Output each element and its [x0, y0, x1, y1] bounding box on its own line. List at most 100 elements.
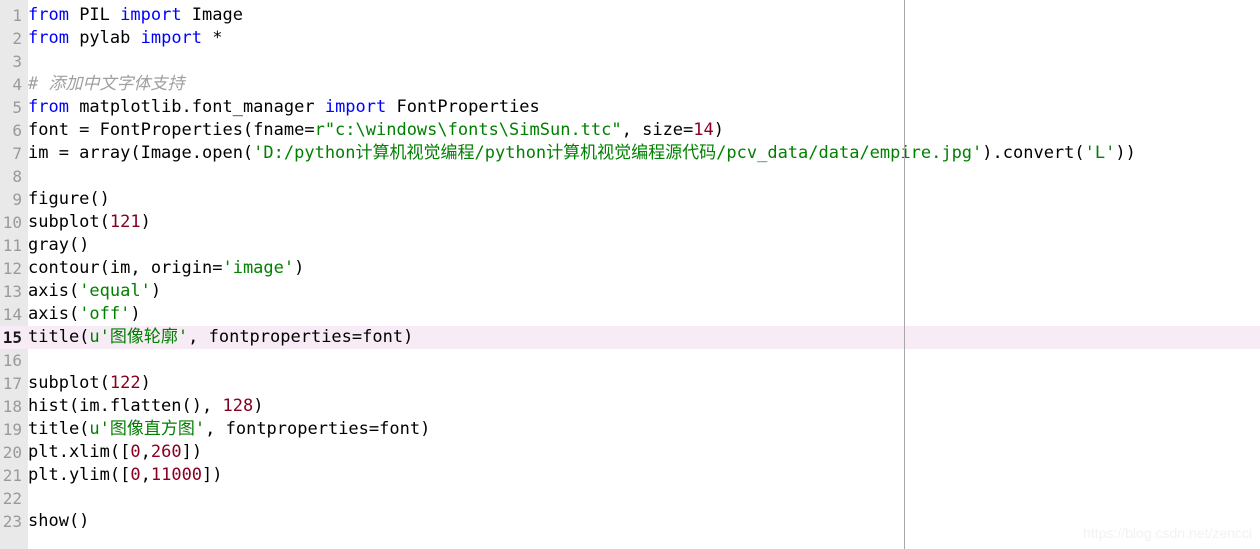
- token-pl: gray(): [28, 235, 90, 255]
- code-line[interactable]: 1 from PIL import Image: [0, 4, 1260, 27]
- line-number: 11: [2, 236, 22, 255]
- code-text[interactable]: axis('equal'): [28, 280, 161, 303]
- token-pl: axis(: [28, 281, 80, 301]
- line-number: 2: [12, 29, 22, 48]
- token-pl: , fontproperties=font): [188, 327, 414, 347]
- token-pl: ).convert(: [982, 143, 1085, 163]
- code-editor[interactable]: 1 from PIL import Image 2 from pylab import…: [0, 0, 1260, 549]
- token-str: 'equal': [79, 281, 151, 301]
- token-str: r"c:\windows\fonts\SimSun.ttc": [314, 120, 622, 140]
- token-pl: ): [713, 120, 725, 140]
- code-line[interactable]: 11 gray(): [0, 234, 1260, 257]
- code-text[interactable]: hist(im.flatten(), 128): [28, 395, 263, 418]
- code-text[interactable]: from PIL import Image: [28, 4, 243, 27]
- token-str: 'L': [1084, 143, 1116, 163]
- code-text[interactable]: from pylab import *: [28, 27, 223, 50]
- token-pl: hist(im.flatten(),: [28, 396, 223, 416]
- code-line[interactable]: 22: [0, 487, 1260, 510]
- line-number: 21: [2, 466, 22, 485]
- code-line[interactable]: 20 plt.xlim([0,260]): [0, 441, 1260, 464]
- watermark-text: https://blog.csdn.net/zencci: [1083, 525, 1252, 541]
- code-line[interactable]: 6 font = FontProperties(fname=r"c:\window…: [0, 119, 1260, 142]
- code-text[interactable]: subplot(122): [28, 372, 151, 395]
- token-num: 122: [109, 373, 141, 393]
- code-line[interactable]: 7 im = array(Image.open('D:/python计算机视觉编程…: [0, 142, 1260, 165]
- code-text[interactable]: axis('off'): [28, 303, 141, 326]
- token-pl: show(): [28, 511, 90, 531]
- line-number: 13: [2, 282, 22, 301]
- code-line[interactable]: 18 hist(im.flatten(), 128): [0, 395, 1260, 418]
- token-pl: subplot(: [28, 212, 110, 232]
- code-line[interactable]: 9 figure(): [0, 188, 1260, 211]
- code-line[interactable]: 3: [0, 50, 1260, 73]
- code-text[interactable]: contour(im, origin='image'): [28, 257, 304, 280]
- token-pl: ): [130, 304, 141, 324]
- token-num: 260: [150, 442, 182, 462]
- code-text[interactable]: figure(): [28, 188, 110, 211]
- line-number: 3: [12, 52, 22, 71]
- code-line[interactable]: 2 from pylab import *: [0, 27, 1260, 50]
- token-pl: PIL: [68, 5, 121, 25]
- token-num: 128: [222, 396, 254, 416]
- line-number: 9: [12, 190, 22, 209]
- token-kw: from: [28, 5, 69, 25]
- line-number: 22: [2, 489, 22, 508]
- code-text[interactable]: im = array(Image.open('D:/python计算机视觉编程/…: [28, 142, 1136, 165]
- token-pl: ]): [181, 442, 203, 462]
- code-content-area[interactable]: 1 from PIL import Image 2 from pylab import…: [0, 0, 1260, 533]
- token-pl: , size=: [621, 120, 694, 140]
- code-text[interactable]: from matplotlib.font_manager import Font…: [28, 96, 540, 119]
- line-number: 5: [12, 98, 22, 117]
- code-line[interactable]: 12 contour(im, origin='image'): [0, 257, 1260, 280]
- token-pl: , fontproperties=font): [205, 419, 431, 439]
- token-num: 11000: [150, 465, 203, 485]
- token-pl: ): [140, 212, 151, 232]
- code-line[interactable]: 14 axis('off'): [0, 303, 1260, 326]
- line-number: 4: [12, 75, 22, 94]
- code-text[interactable]: title(u'图像直方图', fontproperties=font): [28, 418, 430, 441]
- token-pl: ): [150, 281, 162, 301]
- token-kw: import: [120, 5, 182, 25]
- code-line-current[interactable]: 15 title(u'图像轮廓', fontproperties=font): [0, 326, 1260, 349]
- code-line[interactable]: 19 title(u'图像直方图', fontproperties=font): [0, 418, 1260, 441]
- code-text[interactable]: plt.xlim([0,260]): [28, 441, 202, 464]
- code-text[interactable]: show(): [28, 510, 89, 533]
- code-line[interactable]: 8: [0, 165, 1260, 188]
- token-pl: title(: [28, 419, 90, 439]
- token-str: 'image': [222, 258, 295, 278]
- token-str: u'图像轮廓': [89, 327, 189, 347]
- token-str: 'D:/python计算机视觉编程/python计算机视觉编程源代码/pcv_d…: [253, 143, 983, 163]
- line-number: 16: [2, 351, 22, 370]
- token-pl: figure(): [28, 189, 110, 209]
- line-number: 23: [2, 512, 22, 531]
- code-line[interactable]: 23 show(): [0, 510, 1260, 533]
- token-pl: plt.xlim([: [28, 442, 131, 462]
- line-number: 15: [2, 328, 22, 347]
- code-line[interactable]: 16: [0, 349, 1260, 372]
- line-number: 1: [12, 6, 22, 25]
- token-num: 0: [130, 442, 141, 462]
- code-text[interactable]: plt.ylim([0,11000]): [28, 464, 223, 487]
- token-pl: FontProperties: [386, 97, 540, 117]
- code-line[interactable]: 17 subplot(122): [0, 372, 1260, 395]
- code-text[interactable]: gray(): [28, 234, 89, 257]
- right-margin-ruler: [904, 0, 905, 549]
- line-number: 19: [2, 420, 22, 439]
- token-pl: ): [253, 396, 264, 416]
- code-line[interactable]: 5 from matplotlib.font_manager import Fon…: [0, 96, 1260, 119]
- code-text[interactable]: # 添加中文字体支持: [28, 73, 184, 96]
- code-line[interactable]: 13 axis('equal'): [0, 280, 1260, 303]
- code-line[interactable]: 4 # 添加中文字体支持: [0, 73, 1260, 96]
- code-line[interactable]: 21 plt.ylim([0,11000]): [0, 464, 1260, 487]
- token-str: 'off': [79, 304, 131, 324]
- code-text[interactable]: title(u'图像轮廓', fontproperties=font): [28, 326, 413, 349]
- code-text[interactable]: subplot(121): [28, 211, 151, 234]
- code-line[interactable]: 10 subplot(121): [0, 211, 1260, 234]
- code-text[interactable]: font = FontProperties(fname=r"c:\windows…: [28, 119, 724, 142]
- line-number: 14: [2, 305, 22, 324]
- token-pl: *: [202, 28, 223, 48]
- token-kw: import: [324, 97, 387, 117]
- token-pl: )): [1115, 143, 1136, 163]
- token-num: 0: [130, 465, 141, 485]
- token-pl: plt.ylim([: [28, 465, 131, 485]
